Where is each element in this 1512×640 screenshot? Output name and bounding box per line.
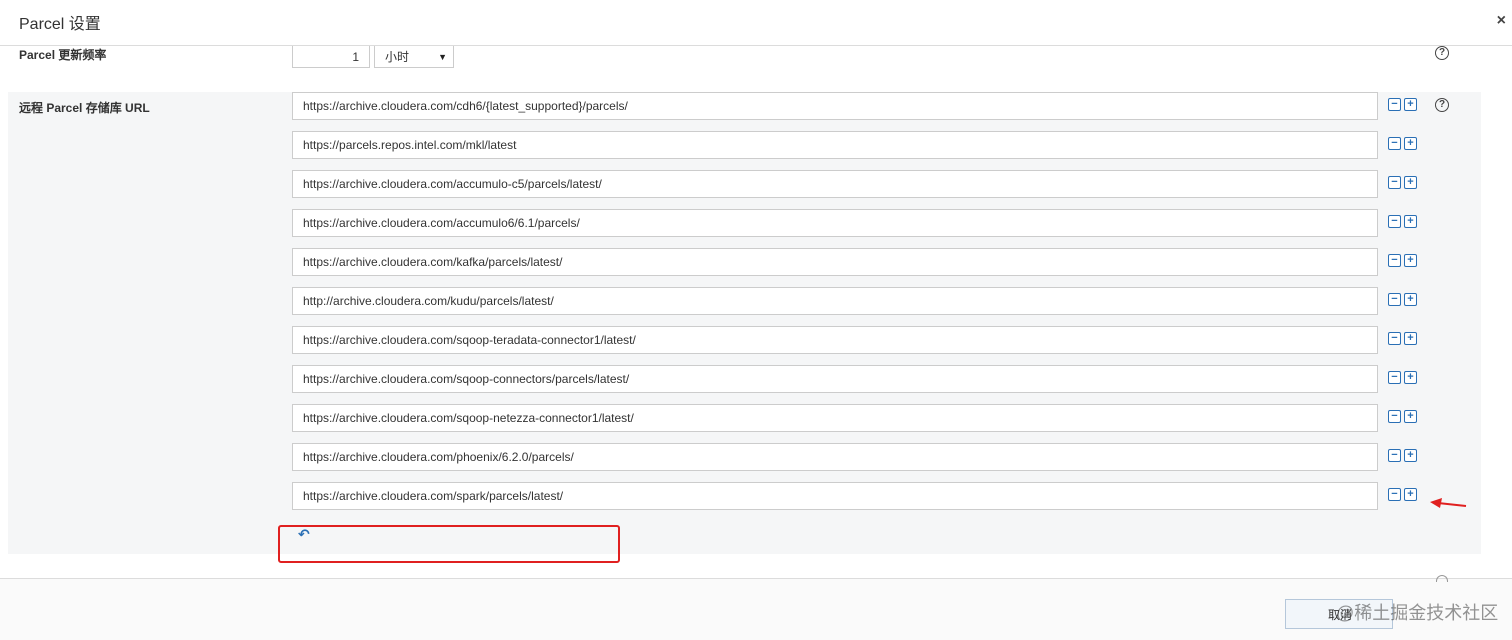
add-url-button[interactable]: + <box>1404 488 1417 501</box>
add-url-button[interactable]: + <box>1404 215 1417 228</box>
remove-url-button[interactable]: − <box>1388 449 1401 462</box>
parcel-settings-dialog: Parcel 设置 × Parcel 更新频率 1 小时 ▼ ? 远程 Parc… <box>0 0 1512 640</box>
repo-url-input[interactable]: https://parcels.repos.intel.com/mkl/late… <box>292 131 1378 159</box>
dialog-header: Parcel 设置 × <box>0 0 1512 46</box>
remove-url-button[interactable]: − <box>1388 98 1401 111</box>
repo-url-actions: − + <box>1388 254 1420 268</box>
remove-url-button[interactable]: − <box>1388 137 1401 150</box>
dialog-body: Parcel 更新频率 1 小时 ▼ ? 远程 Parcel 存储库 URL ?… <box>0 46 1512 578</box>
repo-url-actions: − + <box>1388 215 1420 229</box>
add-url-button[interactable]: + <box>1404 410 1417 423</box>
close-icon[interactable]: × <box>1497 12 1506 30</box>
repo-url-input[interactable]: https://archive.cloudera.com/accumulo6/6… <box>292 209 1378 237</box>
undo-icon[interactable]: ↶ <box>298 526 310 543</box>
repo-url-actions: − + <box>1388 137 1420 151</box>
repo-url-actions: − + <box>1388 293 1420 307</box>
repo-url-actions: − + <box>1388 410 1420 424</box>
repo-url-input[interactable]: https://archive.cloudera.com/kafka/parce… <box>292 248 1378 276</box>
repo-url-actions: − + <box>1388 176 1420 190</box>
update-frequency-unit-value: 小时 <box>385 49 410 64</box>
repo-url-actions: − + <box>1388 98 1420 112</box>
dialog-title: Parcel 设置 <box>19 16 101 33</box>
remove-url-button[interactable]: − <box>1388 488 1401 501</box>
remove-url-button[interactable]: − <box>1388 410 1401 423</box>
repo-url-input[interactable]: https://archive.cloudera.com/accumulo-c5… <box>292 170 1378 198</box>
remote-repo-label: 远程 Parcel 存储库 URL <box>19 101 150 115</box>
dialog-footer: 取消 @稀土掘金技术社区 <box>0 575 1512 640</box>
remove-url-button[interactable]: − <box>1388 371 1401 384</box>
remove-url-button[interactable]: − <box>1388 215 1401 228</box>
repo-url-input[interactable]: https://archive.cloudera.com/sqoop-terad… <box>292 326 1378 354</box>
footer-help-icon <box>1436 575 1448 582</box>
repo-url-actions: − + <box>1388 488 1420 502</box>
update-frequency-unit-select[interactable]: 小时 ▼ <box>374 46 454 68</box>
chevron-down-icon: ▼ <box>438 51 447 62</box>
add-url-button[interactable]: + <box>1404 371 1417 384</box>
add-url-button[interactable]: + <box>1404 137 1417 150</box>
repo-url-input[interactable]: https://archive.cloudera.com/cdh6/{lates… <box>292 92 1378 120</box>
remove-url-button[interactable]: − <box>1388 176 1401 189</box>
update-frequency-help-icon[interactable]: ? <box>1435 46 1449 60</box>
red-arrow-annotation <box>1430 498 1467 508</box>
add-url-button[interactable]: + <box>1404 176 1417 189</box>
remove-url-button[interactable]: − <box>1388 293 1401 306</box>
remove-url-button[interactable]: − <box>1388 254 1401 267</box>
add-url-button[interactable]: + <box>1404 98 1417 111</box>
update-frequency-label: Parcel 更新频率 <box>19 48 107 62</box>
add-url-button[interactable]: + <box>1404 332 1417 345</box>
remote-repo-panel: 远程 Parcel 存储库 URL ? https://archive.clou… <box>8 92 1481 563</box>
repo-url-input[interactable]: https://archive.cloudera.com/sqoop-netez… <box>292 404 1378 432</box>
add-url-button[interactable]: + <box>1404 254 1417 267</box>
remote-repo-help-icon[interactable]: ? <box>1435 98 1449 112</box>
update-frequency-input[interactable]: 1 <box>292 46 370 68</box>
watermark-text: @稀土掘金技术社区 <box>1336 603 1499 623</box>
remove-url-button[interactable]: − <box>1388 332 1401 345</box>
add-url-button[interactable]: + <box>1404 449 1417 462</box>
highlight-annotation <box>278 525 620 563</box>
repo-url-input[interactable]: https://archive.cloudera.com/spark/parce… <box>292 482 1378 510</box>
repo-url-actions: − + <box>1388 371 1420 385</box>
repo-url-actions: − + <box>1388 449 1420 463</box>
repo-url-input[interactable]: https://archive.cloudera.com/sqoop-conne… <box>292 365 1378 393</box>
repo-url-input[interactable]: https://archive.cloudera.com/phoenix/6.2… <box>292 443 1378 471</box>
repo-url-input[interactable]: http://archive.cloudera.com/kudu/parcels… <box>292 287 1378 315</box>
add-url-button[interactable]: + <box>1404 293 1417 306</box>
repo-url-actions: − + <box>1388 332 1420 346</box>
